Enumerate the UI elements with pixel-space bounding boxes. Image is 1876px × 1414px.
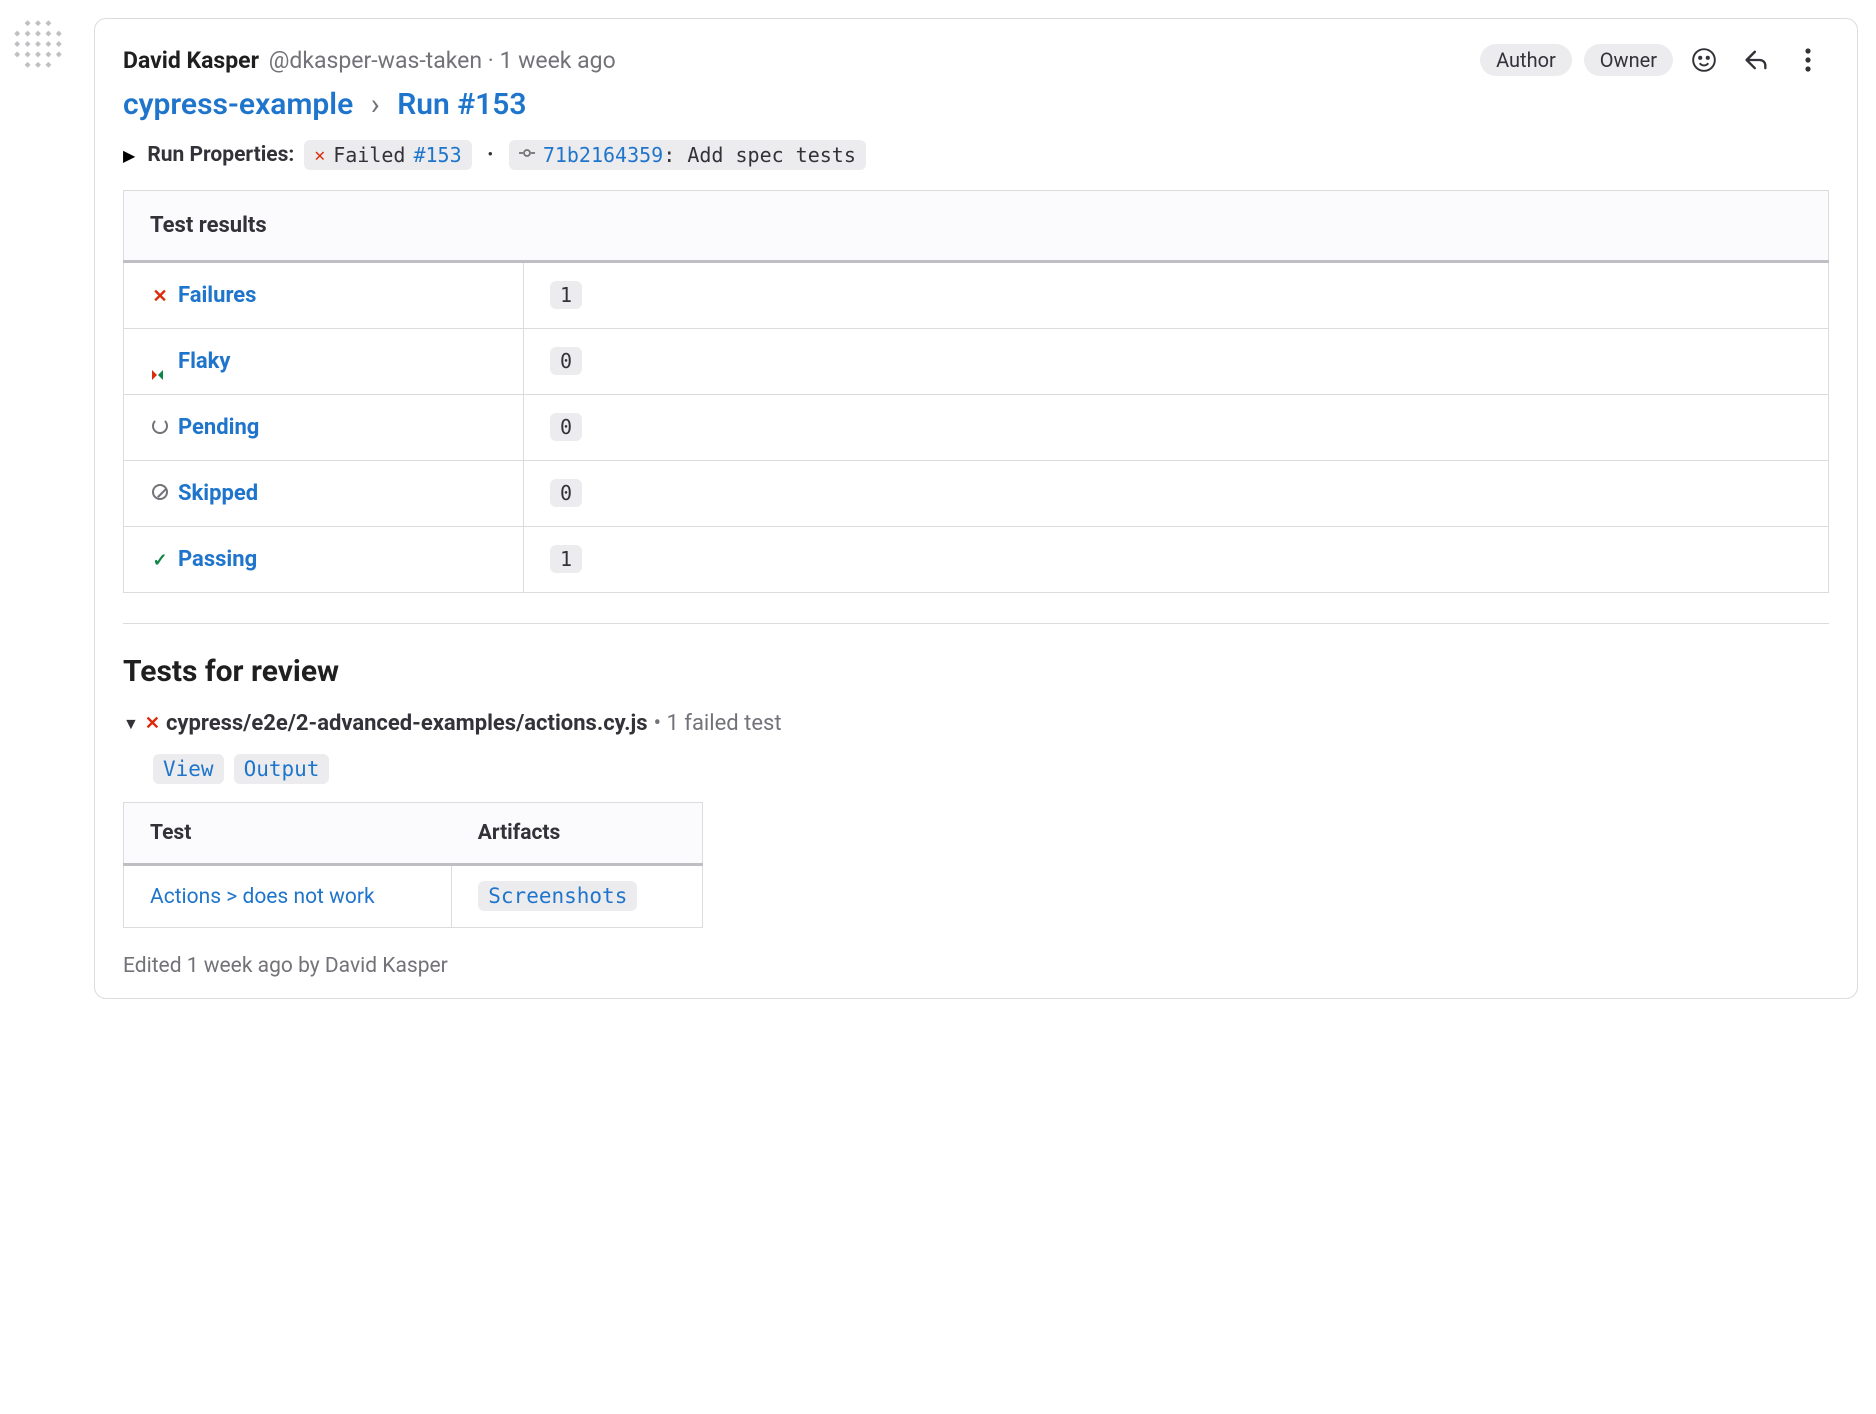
test-name-link[interactable]: Actions > does not work [150, 885, 375, 909]
edited-when[interactable]: 1 week ago [187, 954, 293, 978]
skipped-count: 0 [550, 479, 582, 507]
run-properties-label[interactable]: Run Properties: [147, 143, 294, 167]
breadcrumb-run[interactable]: Run #153 [397, 87, 526, 122]
pending-icon [152, 418, 168, 434]
run-link[interactable]: #153 [413, 143, 461, 167]
reply-icon[interactable] [1735, 39, 1777, 81]
emoji-icon[interactable] [1683, 39, 1725, 81]
table-row: Skipped 0 [124, 461, 1829, 527]
artifacts-table: Test Artifacts Actions > does not work S… [123, 802, 703, 928]
review-file-path: cypress/e2e/2-advanced-examples/actions.… [166, 711, 648, 736]
test-column-header: Test [124, 803, 452, 865]
dot-separator: • [488, 147, 493, 163]
test-results-heading: Test results [124, 191, 1829, 262]
timestamp: 1 week ago [499, 47, 615, 74]
pending-link[interactable]: Pending [178, 415, 259, 440]
expand-icon[interactable]: ▶ [123, 146, 135, 165]
table-row: Pending 0 [124, 395, 1829, 461]
failures-link[interactable]: Failures [178, 283, 256, 308]
divider [123, 623, 1829, 624]
collapse-icon[interactable]: ▼ [123, 714, 139, 734]
comment-card: David Kasper @dkasper-was-taken · 1 week… [94, 18, 1858, 999]
status-pill[interactable]: ✕ Failed #153 [304, 140, 471, 170]
tests-for-review-heading: Tests for review [123, 654, 1829, 689]
breadcrumb-project[interactable]: cypress-example [123, 87, 353, 122]
author-name[interactable]: David Kasper [123, 47, 259, 74]
screenshots-link[interactable]: Screenshots [478, 881, 637, 911]
review-file-row[interactable]: ▼ ✕ cypress/e2e/2-advanced-examples/acti… [123, 711, 1829, 736]
breadcrumb: cypress-example › Run #153 [123, 87, 1829, 122]
author-handle[interactable]: @dkasper-was-taken · 1 week ago [263, 47, 616, 74]
table-row: ✕ Failures 1 [124, 262, 1829, 329]
table-row: Actions > does not work Screenshots [124, 865, 703, 928]
more-icon[interactable] [1787, 39, 1829, 81]
table-row: ✓ Passing 1 [124, 527, 1829, 593]
edited-line: Edited 1 week ago by David Kasper [123, 954, 1829, 978]
run-properties-row: ▶ Run Properties: ✕ Failed #153 • 71b216… [123, 140, 1829, 170]
artifacts-column-header: Artifacts [452, 803, 703, 865]
author-badge: Author [1480, 44, 1572, 76]
chevron-right-icon: › [371, 87, 380, 122]
test-results-table: Test results ✕ Failures 1 Flaky 0 Pending… [123, 190, 1829, 593]
commit-pill[interactable]: 71b2164359: Add spec tests [509, 140, 866, 170]
commit-icon [519, 145, 535, 165]
x-icon: ✕ [152, 286, 167, 307]
passing-count: 1 [550, 545, 582, 573]
flaky-link[interactable]: Flaky [178, 349, 231, 374]
commit-message: : Add spec tests [663, 143, 856, 167]
skipped-link[interactable]: Skipped [178, 481, 258, 506]
flaky-count: 0 [550, 347, 582, 375]
failures-count: 1 [550, 281, 582, 309]
skipped-icon [152, 484, 168, 500]
passing-link[interactable]: Passing [178, 547, 257, 572]
comment-header: David Kasper @dkasper-was-taken · 1 week… [123, 39, 1829, 81]
check-icon: ✓ [152, 550, 167, 571]
x-icon: ✕ [314, 145, 325, 166]
view-button[interactable]: View [153, 754, 224, 784]
owner-badge: Owner [1584, 44, 1673, 76]
commit-sha[interactable]: 71b2164359 [543, 143, 663, 167]
review-summary: 1 failed test [666, 711, 781, 736]
x-icon: ✕ [145, 713, 160, 734]
avatar[interactable] [12, 18, 64, 70]
output-button[interactable]: Output [234, 754, 330, 784]
view-output-row: View Output [153, 754, 1829, 784]
table-row: Flaky 0 [124, 329, 1829, 395]
pending-count: 0 [550, 413, 582, 441]
